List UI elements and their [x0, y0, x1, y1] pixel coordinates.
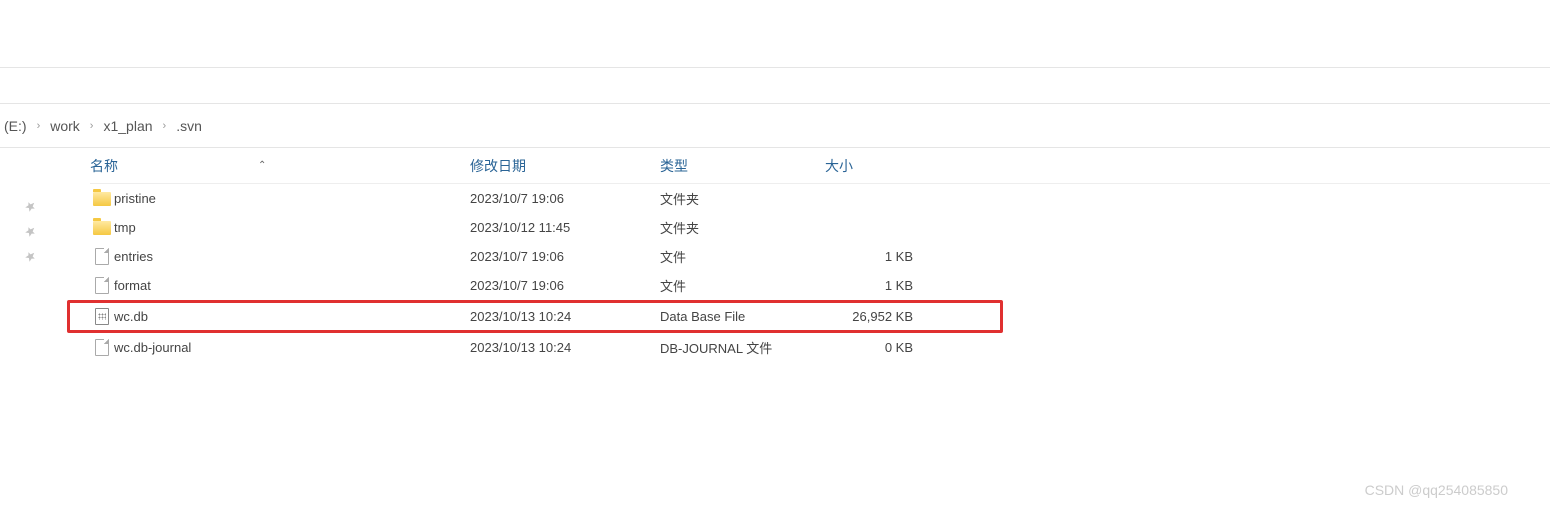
breadcrumb-separator-icon: › [84, 120, 100, 132]
breadcrumb-separator-icon: › [31, 120, 47, 132]
file-type: 文件夹 [660, 218, 825, 237]
header-size[interactable]: 大小 [825, 156, 955, 176]
file-name[interactable]: pristine [114, 191, 470, 206]
header-name-label: 名称 [90, 156, 118, 176]
file-type: 文件夹 [660, 189, 825, 208]
file-icon [95, 339, 109, 356]
file-name[interactable]: wc.db [114, 309, 470, 324]
file-row[interactable]: wc.db2023/10/13 10:24Data Base File26,95… [67, 300, 1003, 333]
file-icon [95, 277, 109, 294]
pin-icon [20, 247, 40, 267]
folder-icon [93, 221, 111, 235]
breadcrumb[interactable]: (E:) › work › x1_plan › .svn [0, 104, 1550, 148]
file-date: 2023/10/13 10:24 [470, 309, 660, 324]
file-date: 2023/10/12 11:45 [470, 220, 660, 235]
file-name[interactable]: format [114, 278, 470, 293]
breadcrumb-drive[interactable]: (E:) [0, 118, 31, 134]
quick-access-pins [0, 148, 60, 362]
file-row[interactable]: wc.db-journal2023/10/13 10:24DB-JOURNAL … [90, 333, 1550, 362]
file-size: 26,952 KB [825, 309, 955, 324]
file-date: 2023/10/13 10:24 [470, 340, 660, 355]
file-row[interactable]: tmp2023/10/12 11:45文件夹 [90, 213, 1550, 242]
file-date: 2023/10/7 19:06 [470, 191, 660, 206]
breadcrumb-item[interactable]: .svn [172, 118, 206, 134]
file-icon [95, 248, 109, 265]
file-size: 1 KB [825, 249, 955, 264]
watermark: CSDN @qq254085850 [1365, 482, 1508, 498]
file-list: 名称 ⌃ 修改日期 类型 大小 pristine2023/10/7 19:06文… [60, 148, 1550, 362]
file-type: Data Base File [660, 309, 825, 324]
file-name[interactable]: wc.db-journal [114, 340, 470, 355]
file-type: 文件 [660, 276, 825, 295]
database-file-icon [95, 308, 109, 325]
ribbon-area [0, 0, 1550, 68]
pin-icon [20, 197, 40, 217]
toolbar-area [0, 68, 1550, 104]
file-name[interactable]: entries [114, 249, 470, 264]
file-size: 1 KB [825, 278, 955, 293]
file-name[interactable]: tmp [114, 220, 470, 235]
header-name[interactable]: 名称 ⌃ [90, 156, 470, 176]
file-date: 2023/10/7 19:06 [470, 278, 660, 293]
breadcrumb-separator-icon: › [157, 120, 173, 132]
file-size: 0 KB [825, 340, 955, 355]
file-type: 文件 [660, 247, 825, 266]
file-row[interactable]: entries2023/10/7 19:06文件1 KB [90, 242, 1550, 271]
pin-icon [20, 222, 40, 242]
file-row[interactable]: pristine2023/10/7 19:06文件夹 [90, 184, 1550, 213]
folder-icon [93, 192, 111, 206]
sort-arrow-icon: ⌃ [258, 160, 266, 171]
header-date[interactable]: 修改日期 [470, 156, 660, 176]
file-date: 2023/10/7 19:06 [470, 249, 660, 264]
breadcrumb-item[interactable]: work [46, 118, 84, 134]
file-row[interactable]: format2023/10/7 19:06文件1 KB [90, 271, 1550, 300]
column-headers: 名称 ⌃ 修改日期 类型 大小 [90, 148, 1550, 184]
breadcrumb-item[interactable]: x1_plan [99, 118, 156, 134]
file-type: DB-JOURNAL 文件 [660, 338, 825, 357]
header-type[interactable]: 类型 [660, 156, 825, 176]
